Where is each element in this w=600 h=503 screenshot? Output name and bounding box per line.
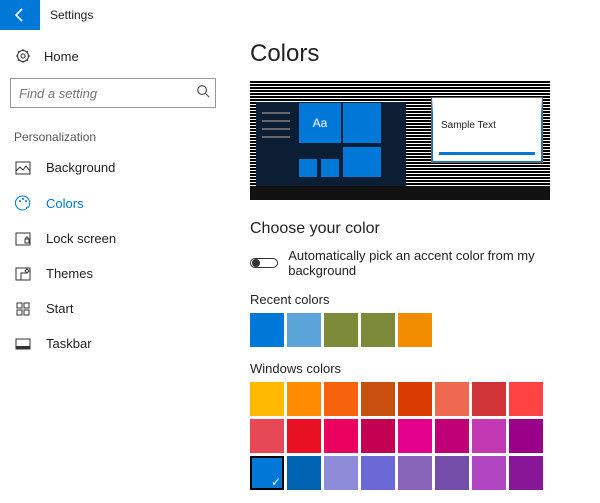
nav-label: Start (46, 301, 73, 316)
back-button[interactable] (0, 0, 40, 30)
choose-color-heading: Choose your color (250, 220, 586, 238)
nav-label: Lock screen (46, 231, 116, 246)
windows-color-swatch[interactable] (509, 456, 543, 490)
themes-icon (14, 267, 32, 281)
titlebar: Settings (0, 0, 600, 30)
preview-navline (262, 112, 290, 114)
preview-tile (342, 146, 382, 178)
preview-sample-text: Sample Text (441, 120, 496, 131)
windows-color-swatch[interactable] (324, 382, 358, 416)
nav-label: Background (46, 160, 115, 175)
recent-color-swatch[interactable] (361, 313, 395, 347)
section-label: Personalization (10, 126, 230, 150)
windows-color-swatch[interactable] (435, 419, 469, 453)
preview-navline (262, 136, 290, 138)
preview-navline (262, 120, 290, 122)
windows-color-swatch[interactable] (287, 419, 321, 453)
windows-color-swatch[interactable] (324, 419, 358, 453)
arrow-left-icon (12, 7, 28, 23)
desktop-preview: Aa Sample Text (250, 80, 550, 200)
nav-list: Background Colors Lock screen Themes Sta… (10, 150, 220, 361)
windows-color-swatch[interactable] (472, 419, 506, 453)
recent-colors-label: Recent colors (250, 292, 586, 307)
nav-label: Taskbar (46, 336, 92, 351)
lock-screen-icon (14, 232, 32, 246)
search-box[interactable] (10, 78, 216, 108)
windows-color-swatch[interactable] (361, 382, 395, 416)
windows-color-swatch[interactable] (324, 456, 358, 490)
windows-color-swatch[interactable] (287, 456, 321, 490)
windows-color-swatch[interactable] (472, 456, 506, 490)
home-nav[interactable]: Home (10, 40, 230, 78)
sidebar: Home Personalization Background Colors L… (0, 30, 230, 503)
window-title: Settings (40, 8, 93, 22)
nav-colors[interactable]: Colors (10, 185, 220, 221)
windows-color-swatch[interactable] (250, 382, 284, 416)
start-icon (14, 302, 32, 316)
windows-color-swatch[interactable] (250, 456, 284, 490)
search-input[interactable] (10, 78, 216, 108)
nav-background[interactable]: Background (10, 150, 220, 185)
nav-lock-screen[interactable]: Lock screen (10, 221, 220, 256)
preview-tile (342, 102, 382, 144)
windows-color-swatch[interactable] (435, 456, 469, 490)
auto-pick-row: Automatically pick an accent color from … (250, 248, 586, 278)
windows-color-swatch[interactable] (435, 382, 469, 416)
windows-color-swatch[interactable] (472, 382, 506, 416)
preview-taskbar (250, 186, 550, 200)
windows-color-swatch[interactable] (361, 456, 395, 490)
windows-colors-palette (250, 382, 586, 490)
gear-icon (14, 48, 32, 64)
windows-color-swatch[interactable] (287, 382, 321, 416)
palette-icon (14, 195, 32, 211)
windows-color-swatch[interactable] (509, 382, 543, 416)
home-label: Home (44, 49, 79, 64)
nav-taskbar[interactable]: Taskbar (10, 326, 220, 361)
preview-sample-window: Sample Text (432, 98, 542, 162)
recent-color-swatch[interactable] (250, 313, 284, 347)
windows-color-swatch[interactable] (398, 419, 432, 453)
windows-color-swatch[interactable] (250, 419, 284, 453)
preview-tile (320, 158, 340, 178)
preview-accent-bar (439, 152, 535, 155)
nav-themes[interactable]: Themes (10, 256, 220, 291)
windows-color-swatch[interactable] (361, 419, 395, 453)
preview-navline (262, 128, 290, 130)
windows-color-swatch[interactable] (509, 419, 543, 453)
recent-color-swatch[interactable] (398, 313, 432, 347)
preview-tile: Aa (298, 102, 342, 144)
preview-tile (298, 158, 318, 178)
auto-pick-label: Automatically pick an accent color from … (288, 248, 586, 278)
search-icon (196, 84, 210, 98)
windows-colors-label: Windows colors (250, 361, 586, 376)
picture-icon (14, 161, 32, 175)
taskbar-icon (14, 338, 32, 350)
windows-color-swatch[interactable] (398, 456, 432, 490)
recent-colors (250, 313, 586, 347)
page-title: Colors (250, 40, 586, 68)
windows-color-swatch[interactable] (398, 382, 432, 416)
content: Colors Aa Sample Text Choose your color … (230, 30, 600, 503)
auto-pick-toggle[interactable] (250, 258, 278, 268)
recent-color-swatch[interactable] (324, 313, 358, 347)
nav-label: Colors (46, 196, 84, 211)
nav-start[interactable]: Start (10, 291, 220, 326)
nav-label: Themes (46, 266, 93, 281)
recent-color-swatch[interactable] (287, 313, 321, 347)
